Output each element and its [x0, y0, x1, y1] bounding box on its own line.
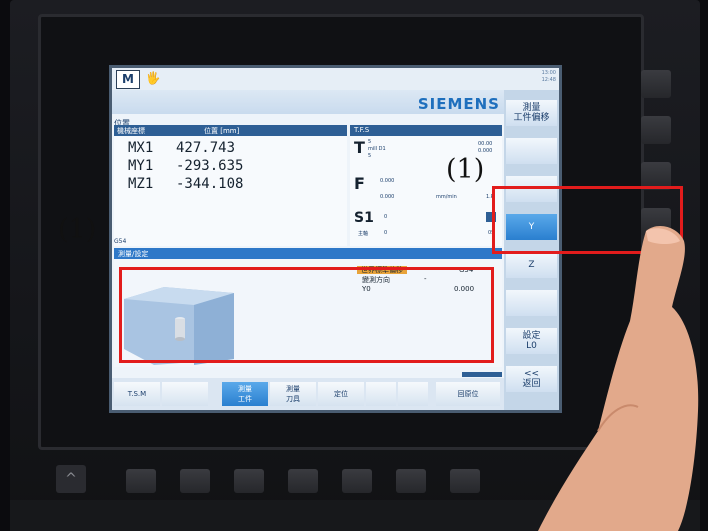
softkey-measure-workpiece[interactable]: 測量 工件 — [222, 382, 268, 406]
tool-info: 5 — [368, 139, 372, 145]
axis-value: 427.743 — [176, 140, 236, 156]
feed-value: 0.000 — [380, 194, 395, 200]
axis-name: MX1 — [128, 140, 154, 156]
hw-bottom-key-2[interactable] — [180, 469, 210, 493]
coord-panel: MX1 427.743 MY1 -293.635 MZ1 -344.108 — [114, 136, 347, 246]
feed-letter: F — [354, 174, 365, 193]
axis-value: -344.108 — [176, 176, 244, 192]
annotation-label-right: (1) — [446, 154, 485, 185]
coord-header-axis: 機械座標 — [117, 127, 145, 135]
axis-value: -293.635 — [176, 158, 244, 174]
spindle-value: 0 — [384, 214, 388, 220]
softkey-blank-b1[interactable] — [162, 382, 208, 406]
hw-softkey-1[interactable] — [641, 70, 671, 98]
caret-key[interactable]: ^ — [56, 465, 86, 493]
softkey-tsm[interactable]: T.S.M — [114, 382, 160, 406]
mode-indicator: M — [116, 70, 140, 89]
tfs-header-label: T.F.S — [354, 126, 370, 134]
softkey-measure-tool[interactable]: 測量 刀具 — [270, 382, 316, 406]
tool-info: mill D1 — [368, 146, 386, 152]
spindle-letter: S1 — [354, 210, 374, 226]
hw-bottom-key-3[interactable] — [234, 469, 264, 493]
tfs-header: T.F.S — [350, 125, 502, 136]
hw-bottom-key-6[interactable] — [396, 469, 426, 493]
workpiece-header: 測量/設定 — [114, 248, 502, 259]
workpiece-title: 測量/設定 — [118, 250, 149, 258]
operator-hand — [538, 226, 699, 531]
tool-letter: T — [354, 138, 365, 157]
softkey-position[interactable]: 定位 — [318, 382, 364, 406]
hw-bottom-key-5[interactable] — [342, 469, 372, 493]
hw-bottom-key-7[interactable] — [450, 469, 480, 493]
hw-bottom-key-4[interactable] — [288, 469, 318, 493]
annotation-label-left: (1) — [58, 214, 97, 245]
status-bar: M 🖐 13:00 12:48 — [112, 68, 559, 90]
active-frame: G54 — [114, 238, 127, 245]
header-row: SIEMENS 位置 — [112, 90, 504, 128]
softkey-blank-b3[interactable] — [398, 382, 428, 406]
hw-softkey-2[interactable] — [641, 116, 671, 144]
clock: 13:00 12:48 — [541, 70, 556, 83]
scroll-indicator — [462, 372, 502, 377]
spindle-main: 主軸 — [358, 231, 369, 237]
annotation-box-workpiece — [119, 267, 494, 363]
feed-value: 0.000 — [380, 178, 395, 184]
softkey-blank-1[interactable] — [506, 138, 557, 164]
coord-header: 機械座標 位置 [mm] — [114, 125, 347, 136]
axis-name: MZ1 — [128, 176, 154, 192]
softkey-measure-offset[interactable]: 測量 工件偏移 — [506, 100, 557, 126]
tfs-panel: T 5 mill D1 5 00.00 0.000 F 0.000 0.000 … — [350, 136, 502, 246]
hw-bottom-key-1[interactable] — [126, 469, 156, 493]
feed-unit: mm/min — [436, 194, 457, 200]
jog-mode-icon: 🖐 — [145, 71, 161, 85]
brand-logo: SIEMENS — [417, 95, 500, 113]
tool-value: 00.00 — [478, 141, 493, 147]
coord-header-pos: 位置 [mm] — [204, 127, 240, 135]
tool-info: 5 — [368, 153, 372, 159]
spindle-value-2: 0 — [384, 230, 388, 236]
axis-name: MY1 — [128, 158, 154, 174]
softkey-blank-b2[interactable] — [366, 382, 396, 406]
horizontal-softkeys: T.S.M 測量 工件 測量 刀具 定位 回原位 — [112, 378, 504, 410]
softkey-return-home[interactable]: 回原位 — [436, 382, 500, 406]
